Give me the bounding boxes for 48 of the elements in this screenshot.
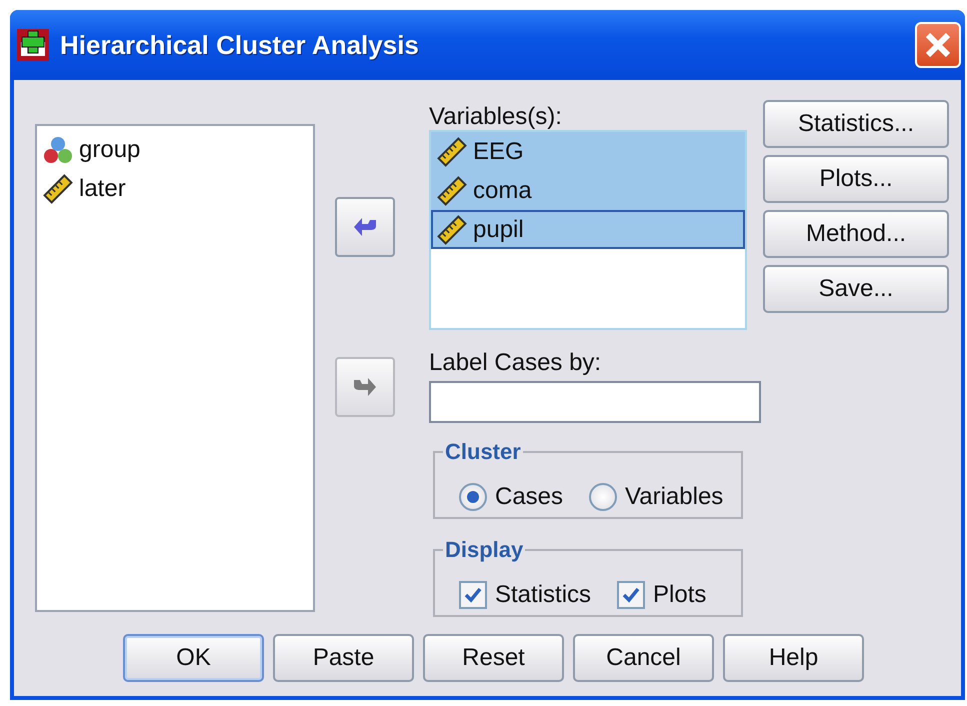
check-icon xyxy=(464,587,482,603)
arrow-icon xyxy=(352,376,378,398)
dialog-button[interactable]: Plots... xyxy=(763,155,949,203)
variable-name: later xyxy=(79,174,126,202)
app-icon xyxy=(16,28,50,62)
close-icon xyxy=(923,30,953,60)
radio-option[interactable]: Variables xyxy=(589,483,724,511)
checkbox[interactable] xyxy=(617,581,646,609)
dialog-button[interactable]: Statistics... xyxy=(763,100,949,148)
variables-label: Variables(s): xyxy=(429,102,563,132)
variable-item[interactable]: coma xyxy=(431,171,745,210)
variable-item[interactable]: EEG xyxy=(431,132,745,171)
checkbox[interactable] xyxy=(459,581,487,609)
option-label: Variables xyxy=(625,483,724,511)
variable-name: pupil xyxy=(473,216,524,244)
checkbox-option[interactable]: Statistics xyxy=(459,581,592,609)
dialog-button[interactable]: OK xyxy=(123,634,264,682)
dialog-button[interactable]: Save... xyxy=(763,265,949,313)
group-title: Display xyxy=(444,537,524,563)
radio-button[interactable] xyxy=(459,483,487,511)
variable-name: group xyxy=(79,136,140,164)
variable-item[interactable]: later xyxy=(37,169,313,208)
option-label: Cases xyxy=(495,483,564,511)
label-cases-label: Label Cases by: xyxy=(429,348,602,378)
option-label: Plots xyxy=(653,581,706,609)
dialog-button[interactable]: Help xyxy=(723,634,864,682)
group-title: Cluster xyxy=(444,439,522,465)
variables-list[interactable]: EEG coma pupil xyxy=(429,130,747,330)
dialog-button[interactable]: Method... xyxy=(763,210,949,258)
arrow-icon xyxy=(352,216,378,238)
variable-name: EEG xyxy=(473,138,524,166)
dialog-button[interactable]: Cancel xyxy=(573,634,714,682)
variable-item[interactable]: group xyxy=(37,130,313,169)
label-cases-field[interactable] xyxy=(429,381,761,423)
radio-option[interactable]: Cases xyxy=(459,483,564,511)
window-title: Hierarchical Cluster Analysis xyxy=(60,30,420,60)
close-button[interactable] xyxy=(915,22,961,68)
check-icon xyxy=(622,587,640,603)
source-variable-list[interactable]: group later xyxy=(35,124,315,612)
move-arrow-button[interactable] xyxy=(335,197,395,257)
dialog-button[interactable]: Reset xyxy=(423,634,564,682)
radio-button[interactable] xyxy=(589,483,618,511)
option-label: Statistics xyxy=(495,581,592,609)
variable-name: coma xyxy=(473,176,532,204)
nominal-icon xyxy=(43,134,73,164)
checkbox-option[interactable]: Plots xyxy=(617,581,706,609)
variable-item[interactable]: pupil xyxy=(431,210,745,249)
dialog-button[interactable]: Paste xyxy=(273,634,414,682)
